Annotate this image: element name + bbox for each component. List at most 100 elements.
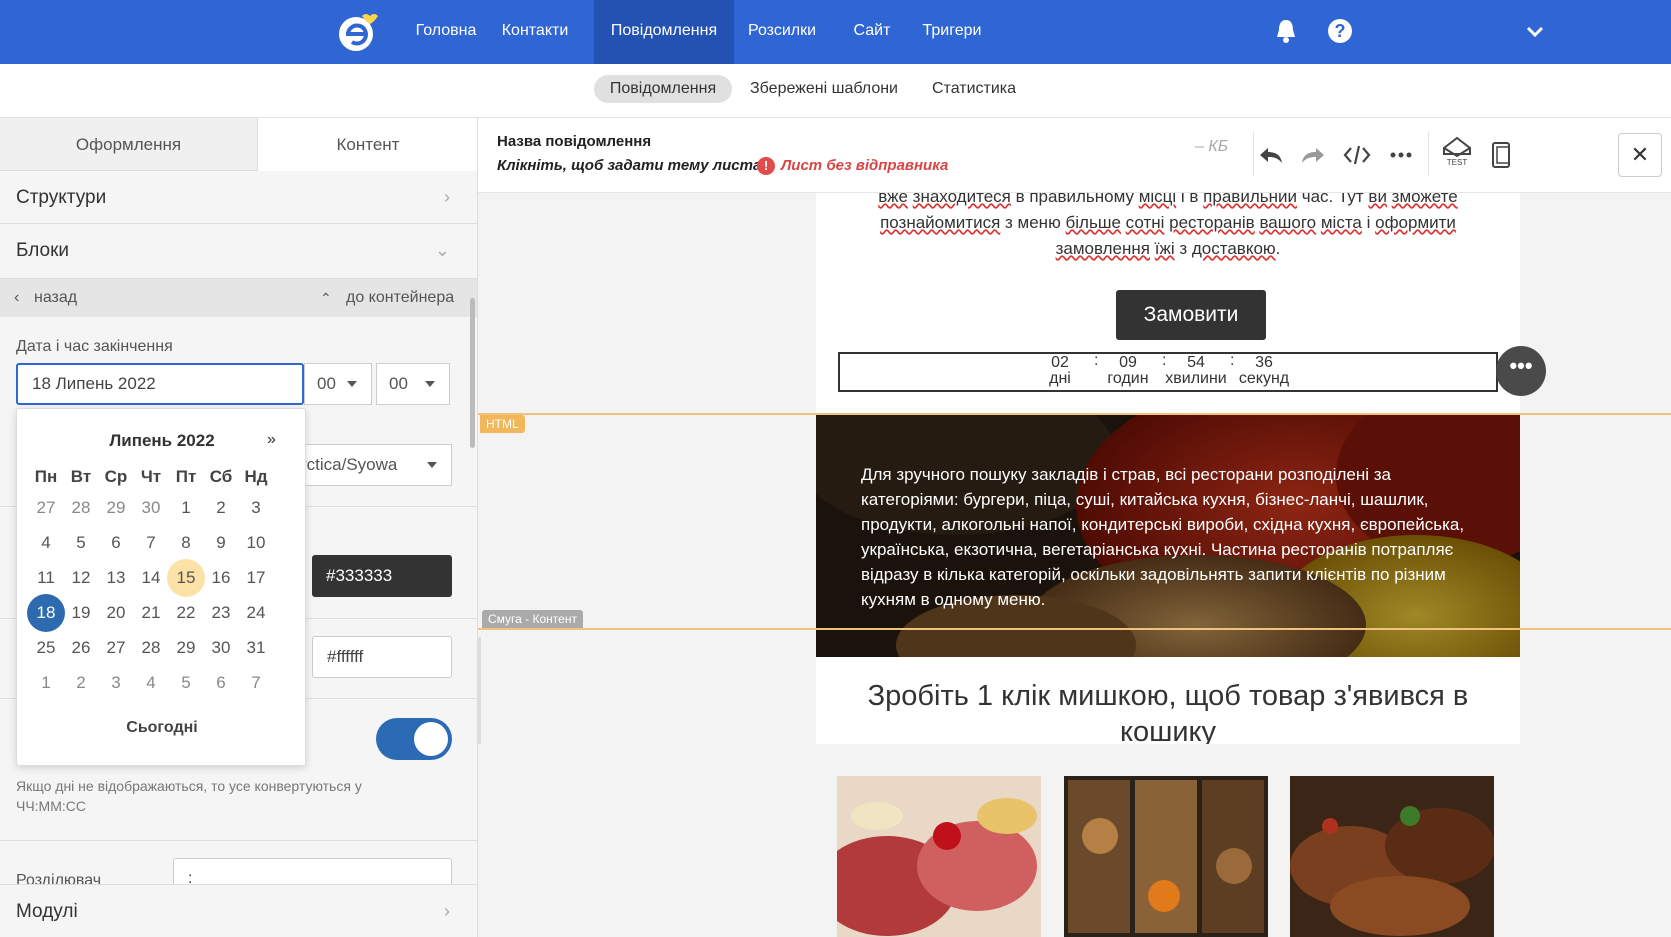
test-send-icon[interactable]: TEST	[1440, 134, 1474, 168]
minute-select[interactable]: 00	[376, 363, 450, 405]
today-button[interactable]: Сьогодні	[17, 719, 307, 737]
subnav-messages[interactable]: Повідомлення	[594, 75, 732, 103]
calendar-day[interactable]: 3	[97, 664, 135, 702]
nav-item[interactable]: Тригери	[908, 0, 996, 64]
calendar-day[interactable]: 1	[167, 489, 205, 527]
calendar-day[interactable]: 27	[27, 489, 65, 527]
calendar-day[interactable]: 6	[97, 524, 135, 562]
nav-item[interactable]: Повідомлення	[594, 0, 734, 64]
end-date-input[interactable]: 18 Липень 2022	[16, 363, 304, 405]
section-structures[interactable]: Структури ›	[0, 171, 477, 224]
calendar-day[interactable]: 31	[237, 629, 275, 667]
calendar-day[interactable]: 2	[62, 664, 100, 702]
subnav-saved-templates[interactable]: Збережені шаблони	[744, 75, 904, 103]
esputnik-logo-icon[interactable]	[336, 10, 384, 54]
calendar-day[interactable]: 17	[237, 559, 275, 597]
close-editor-button[interactable]: ✕	[1618, 133, 1662, 177]
calendar-day[interactable]: 5	[167, 664, 205, 702]
strip-content-tag[interactable]: Смуга - Контент	[482, 610, 583, 628]
calendar-day[interactable]: 7	[237, 664, 275, 702]
nav-item[interactable]: Розсилки	[734, 0, 830, 64]
undo-icon[interactable]	[1256, 140, 1286, 170]
nav-item[interactable]: Сайт	[838, 0, 906, 64]
tab-content[interactable]: Контент	[258, 118, 477, 171]
calendar-day[interactable]: 7	[132, 524, 170, 562]
calendar-day[interactable]: 4	[132, 664, 170, 702]
background-color-picker[interactable]: #ffffff	[312, 636, 452, 678]
message-name[interactable]: Назва повідомлення	[497, 133, 651, 150]
mobile-preview-icon[interactable]	[1486, 140, 1516, 170]
calendar-day[interactable]: 4	[27, 524, 65, 562]
chevron-down-icon[interactable]	[1525, 22, 1545, 42]
bell-icon[interactable]	[1275, 18, 1297, 44]
countdown-timer[interactable]: 02 дні:09 годин:54 хвилини:36 секунд	[838, 352, 1498, 392]
section-blocks[interactable]: Блоки ⌄	[0, 224, 477, 279]
background-color-value: #ffffff	[327, 647, 364, 666]
calendar-day[interactable]: 15	[167, 559, 205, 597]
calendar-day[interactable]: 29	[97, 489, 135, 527]
calendar-day[interactable]: 11	[27, 559, 65, 597]
sidebar-scrollbar[interactable]	[470, 298, 475, 448]
html-block-tag[interactable]: HTML	[480, 415, 525, 433]
banner-image-block[interactable]: Для зручного пошуку закладів і страв, вс…	[816, 415, 1520, 657]
to-container-link[interactable]: до контейнера	[346, 279, 454, 317]
calendar-day[interactable]: 12	[62, 559, 100, 597]
end-date-label: Дата і час закінчення	[16, 338, 173, 355]
next-month-button[interactable]: »	[267, 431, 276, 449]
section-modules[interactable]: Модулі ›	[0, 884, 477, 937]
code-icon[interactable]	[1342, 140, 1372, 170]
calendar-day[interactable]: 25	[27, 629, 65, 667]
calendar-day[interactable]: 9	[202, 524, 240, 562]
subject-placeholder[interactable]: Клікніть, щоб задати тему листа	[497, 157, 761, 174]
calendar-day[interactable]: 13	[97, 559, 135, 597]
back-link[interactable]: назад	[34, 279, 77, 317]
intro-word: познайомитися	[880, 213, 1001, 232]
calendar-month-title: Липень 2022	[109, 431, 215, 450]
nav-item[interactable]: Головна	[400, 0, 492, 64]
calendar-day[interactable]: 1	[27, 664, 65, 702]
subnav-statistics[interactable]: Статистика	[924, 75, 1024, 103]
chevron-up-icon[interactable]: ⌃	[320, 279, 332, 317]
more-horizontal-icon[interactable]	[1386, 140, 1416, 170]
calendar-day[interactable]: 30	[202, 629, 240, 667]
calendar-day[interactable]: 28	[62, 489, 100, 527]
calendar-day[interactable]: 8	[167, 524, 205, 562]
calendar-day[interactable]: 27	[97, 629, 135, 667]
chevron-left-icon[interactable]: ‹	[14, 279, 19, 317]
timezone-select[interactable]: rctica/Syowa	[290, 444, 452, 486]
calendar-day[interactable]: 5	[62, 524, 100, 562]
calendar-day[interactable]: 21	[132, 594, 170, 632]
order-button[interactable]: Замовити	[1116, 290, 1266, 340]
email-headline[interactable]: Зробіть 1 клік мишкою, щоб товар з'явивс…	[816, 658, 1520, 758]
calendar-day[interactable]: 6	[202, 664, 240, 702]
help-icon[interactable]: ?	[1328, 19, 1352, 43]
calendar-day[interactable]: 23	[202, 594, 240, 632]
product-image-meat[interactable]	[837, 776, 1041, 937]
no-sender-warning[interactable]: Лист без відправника	[781, 157, 948, 174]
calendar-day[interactable]: 29	[167, 629, 205, 667]
tab-design[interactable]: Оформлення	[0, 118, 258, 171]
calendar-day[interactable]: 18	[27, 594, 65, 632]
calendar-day[interactable]: 16	[202, 559, 240, 597]
text-color-picker[interactable]: #333333	[312, 555, 452, 597]
redo-icon[interactable]	[1298, 140, 1328, 170]
calendar-day[interactable]: 30	[132, 489, 170, 527]
hour-select[interactable]: 00	[304, 363, 372, 405]
show-days-toggle[interactable]	[376, 718, 452, 760]
calendar-day[interactable]: 14	[132, 559, 170, 597]
more-options-button[interactable]: •••	[1496, 346, 1546, 396]
calendar-day[interactable]: 28	[132, 629, 170, 667]
calendar-day[interactable]: 19	[62, 594, 100, 632]
calendar-day[interactable]: 26	[62, 629, 100, 667]
calendar-day[interactable]: 2	[202, 489, 240, 527]
calendar-day[interactable]: 22	[167, 594, 205, 632]
product-image-grill[interactable]	[1290, 776, 1494, 937]
calendar-day[interactable]: 24	[237, 594, 275, 632]
calendar-day[interactable]: 20	[97, 594, 135, 632]
intro-text[interactable]: вже знаходитеся в правильному місці і в …	[816, 184, 1520, 262]
intro-word: з меню	[1000, 213, 1066, 232]
nav-item[interactable]: Контакти	[494, 0, 576, 64]
product-image-spices[interactable]	[1064, 776, 1268, 937]
calendar-day[interactable]: 3	[237, 489, 275, 527]
calendar-day[interactable]: 10	[237, 524, 275, 562]
